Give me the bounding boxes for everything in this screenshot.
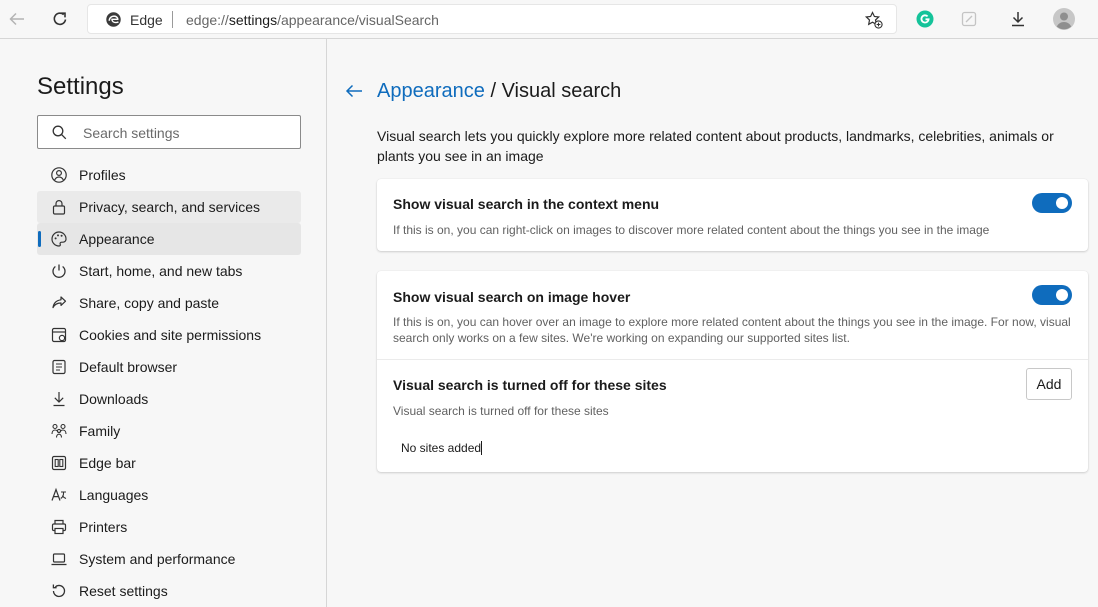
setting-description: If this is on, you can hover over an ima… — [393, 315, 1071, 345]
url-host: settings — [228, 12, 278, 28]
empty-sites-label: No sites added — [401, 441, 482, 455]
search-placeholder: Search settings — [83, 125, 180, 141]
sidebar-item-share-copy-paste[interactable]: Share, copy and paste — [37, 287, 301, 319]
sidebar-item-label: Start, home, and new tabs — [79, 263, 243, 279]
sidebar-item-label: Downloads — [79, 391, 149, 407]
sidebar-item-reset-settings[interactable]: Reset settings — [37, 575, 301, 607]
setting-description: If this is on, you can right-click on im… — [393, 223, 990, 237]
grammarly-extension-button[interactable] — [910, 5, 940, 33]
settings-sidebar: Settings Search settings Profiles Privac… — [0, 39, 327, 607]
palette-icon — [51, 231, 67, 247]
sidebar-item-privacy[interactable]: Privacy, search, and services — [37, 191, 301, 223]
setting-title: Show visual search in the context menu — [393, 196, 660, 212]
back-button[interactable] — [2, 5, 32, 33]
sidebar-item-label: Appearance — [79, 231, 155, 247]
context-menu-toggle[interactable] — [1032, 193, 1072, 213]
download-icon — [1012, 12, 1024, 27]
url-text[interactable]: edge://settings/appearance/visualSearch — [186, 12, 439, 28]
page-description: Visual search lets you quickly explore m… — [377, 128, 1054, 164]
breadcrumb: Appearance / Visual search — [377, 80, 621, 103]
reset-icon — [52, 584, 66, 598]
laptop-icon — [51, 553, 67, 566]
blocked-sites-description: Visual search is turned off for these si… — [393, 404, 609, 418]
languages-icon — [51, 487, 67, 501]
browser-toolbar: Edge edge://settings/appearance/visualSe… — [0, 0, 1098, 39]
sidebar-item-family[interactable]: Family — [37, 415, 301, 447]
sidebar-item-default-browser[interactable]: Default browser — [37, 351, 301, 383]
edge-bar-icon — [51, 455, 67, 471]
breadcrumb-appearance-link[interactable]: Appearance — [377, 80, 485, 102]
sidebar-item-label: Languages — [79, 487, 149, 503]
grammarly-icon — [916, 10, 934, 28]
sidebar-item-printers[interactable]: Printers — [37, 511, 301, 543]
url-path: /appearance/visualSearch — [277, 12, 439, 28]
search-settings-input[interactable]: Search settings — [37, 115, 301, 149]
settings-nav: Profiles Privacy, search, and services A… — [37, 159, 301, 607]
sidebar-item-system-performance[interactable]: System and performance — [37, 543, 301, 575]
extension-button[interactable] — [954, 5, 984, 33]
printer-icon — [51, 519, 67, 535]
page-title: Visual search — [501, 80, 622, 102]
power-icon — [52, 264, 66, 278]
sidebar-item-label: Profiles — [79, 167, 126, 183]
image-hover-toggle[interactable] — [1032, 285, 1072, 305]
avatar-icon — [1053, 8, 1075, 30]
sidebar-item-languages[interactable]: Languages — [37, 479, 301, 511]
add-favorite-icon[interactable] — [864, 10, 884, 30]
search-icon — [52, 125, 67, 140]
blocked-sites-title: Visual search is turned off for these si… — [393, 377, 667, 393]
extension-icon — [961, 11, 977, 27]
empty-sites-text: No sites added — [401, 441, 483, 455]
settings-title: Settings — [37, 73, 124, 100]
sidebar-item-label: Family — [79, 423, 121, 439]
image-hover-setting-card: Show visual search on image hover If thi… — [377, 271, 1088, 472]
back-arrow-icon — [9, 12, 24, 26]
sidebar-item-downloads[interactable]: Downloads — [37, 383, 301, 415]
sidebar-item-appearance[interactable]: Appearance — [37, 223, 301, 255]
lock-icon — [52, 200, 66, 215]
setting-title: Show visual search on image hover — [393, 289, 631, 305]
breadcrumb-separator: / — [490, 80, 496, 102]
address-separator — [172, 11, 173, 28]
profile-icon — [51, 167, 67, 183]
sidebar-item-edge-bar[interactable]: Edge bar — [37, 447, 301, 479]
download-icon — [53, 392, 65, 407]
profile-button[interactable] — [1049, 5, 1079, 33]
sidebar-item-start-home-tabs[interactable]: Start, home, and new tabs — [37, 255, 301, 287]
sidebar-item-label: System and performance — [79, 551, 236, 567]
sidebar-item-label: Share, copy and paste — [79, 295, 220, 311]
browser-name: Edge — [130, 12, 163, 28]
sidebar-item-label: Cookies and site permissions — [79, 327, 262, 343]
add-site-button[interactable]: Add — [1026, 368, 1072, 400]
browser-icon — [52, 359, 66, 375]
downloads-button[interactable] — [1003, 5, 1033, 33]
sidebar-item-label: Privacy, search, and services — [79, 199, 261, 215]
sidebar-item-cookies-permissions[interactable]: Cookies and site permissions — [37, 319, 301, 351]
sidebar-item-label: Printers — [79, 519, 128, 535]
section-divider — [377, 359, 1088, 360]
refresh-button[interactable] — [45, 5, 75, 33]
address-bar[interactable]: Edge edge://settings/appearance/visualSe… — [87, 4, 897, 34]
back-arrow-icon[interactable] — [343, 80, 365, 102]
sidebar-item-label: Reset settings — [79, 583, 168, 599]
share-icon — [52, 296, 67, 309]
url-prefix: edge:// — [186, 12, 229, 28]
sidebar-item-label: Edge bar — [79, 455, 136, 471]
sidebar-item-label: Default browser — [79, 359, 178, 375]
edge-logo-icon — [106, 12, 121, 27]
sidebar-item-profiles[interactable]: Profiles — [37, 159, 301, 191]
family-icon — [51, 423, 67, 438]
refresh-icon — [53, 12, 67, 26]
context-menu-setting-card: Show visual search in the context menu I… — [377, 179, 1088, 251]
site-permissions-icon — [51, 327, 67, 343]
toggle-knob — [1056, 289, 1068, 301]
toggle-knob — [1056, 197, 1068, 209]
text-cursor — [481, 441, 483, 455]
